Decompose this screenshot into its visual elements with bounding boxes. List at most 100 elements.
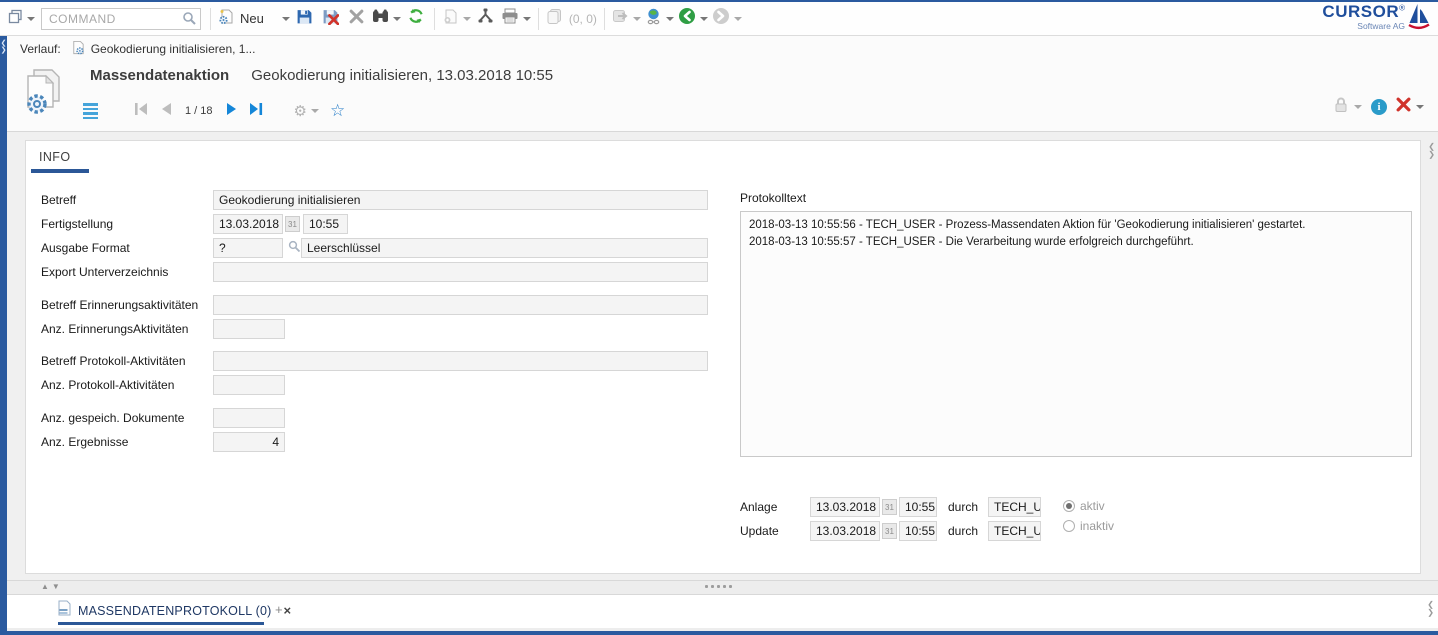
chevron-down-icon bbox=[734, 17, 742, 21]
update-time-value: 10:55 bbox=[905, 524, 935, 538]
fertigstellung-time-value: 10:55 bbox=[309, 217, 339, 231]
anz-ergebnisse-value: 4 bbox=[272, 435, 279, 449]
lock-button[interactable] bbox=[1333, 96, 1362, 118]
print-button[interactable] bbox=[501, 6, 531, 32]
info-icon[interactable]: i bbox=[1371, 99, 1387, 115]
main-toolbar: Neu bbox=[0, 0, 1438, 36]
menu-icon[interactable] bbox=[83, 103, 98, 119]
calendar-icon: 31 bbox=[288, 220, 297, 229]
data-merge-button[interactable] bbox=[475, 6, 497, 32]
anz-dokumente-input[interactable] bbox=[213, 408, 285, 428]
ausgabe-format-text-input[interactable]: Leerschlüssel bbox=[301, 238, 708, 258]
anz-protokoll-input[interactable] bbox=[213, 375, 285, 395]
expand-right-icon[interactable]: ❯ bbox=[1, 47, 7, 54]
update-date-input[interactable]: 13.03.2018 bbox=[810, 521, 880, 541]
save-icon bbox=[296, 8, 313, 30]
export-button[interactable] bbox=[612, 6, 641, 32]
sailboat-icon bbox=[1408, 3, 1430, 36]
calendar-button[interactable]: 31 bbox=[882, 499, 897, 515]
lookup-search-icon[interactable] bbox=[288, 240, 301, 258]
betreff-input[interactable]: Geokodierung initialisieren bbox=[213, 190, 708, 210]
web-link-button[interactable] bbox=[645, 6, 674, 32]
ausgabe-format-key-input[interactable]: ? bbox=[213, 238, 283, 258]
tab-massendatenprotokoll[interactable]: MASSENDATENPROTOKOLL (0) × bbox=[57, 600, 291, 621]
expand-right-icon[interactable]: ❯ bbox=[1427, 609, 1434, 617]
previous-record-button[interactable] bbox=[160, 102, 172, 121]
splitter-grip-icon[interactable] bbox=[705, 585, 732, 588]
window-selector-button[interactable] bbox=[8, 6, 35, 32]
next-record-button[interactable] bbox=[226, 102, 238, 121]
advanced-search-button[interactable] bbox=[372, 6, 401, 32]
fertigstellung-time-input[interactable]: 10:55 bbox=[303, 214, 348, 234]
betreff-protokoll-input[interactable] bbox=[213, 351, 708, 371]
export-unterverzeichnis-input[interactable] bbox=[213, 262, 708, 282]
toolbar-separator bbox=[434, 8, 435, 30]
radio-unselected-icon bbox=[1063, 520, 1075, 532]
close-record-button[interactable] bbox=[1396, 97, 1424, 117]
forward-arrow-icon bbox=[712, 7, 730, 30]
ausgabe-format-key-value: ? bbox=[219, 241, 226, 255]
field-label-anz-erinnerung: Anz. ErinnerungsAktivitäten bbox=[41, 322, 188, 336]
collapse-left-icon[interactable]: ❮ bbox=[1, 40, 7, 47]
calendar-button[interactable]: 31 bbox=[882, 523, 897, 539]
anz-ergebnisse-input[interactable]: 4 bbox=[213, 432, 285, 452]
navigate-forward-button[interactable] bbox=[712, 6, 742, 32]
chevron-down-icon bbox=[463, 17, 471, 21]
history-label: Verlauf: bbox=[20, 42, 61, 56]
command-input[interactable] bbox=[41, 8, 201, 30]
radio-selected-icon bbox=[1063, 500, 1075, 512]
actions-gear-button[interactable]: ⚙ bbox=[294, 104, 319, 119]
bottom-collapse-rail[interactable]: ❮ ❯ bbox=[1427, 601, 1434, 617]
tab-close-icon[interactable]: × bbox=[284, 603, 292, 618]
clipboard-stack-icon bbox=[546, 8, 563, 29]
copy-record-button[interactable] bbox=[442, 6, 471, 32]
protokolltext-area[interactable]: 2018-03-13 10:55:56 - TECH_USER - Prozes… bbox=[740, 211, 1412, 457]
chevron-down-icon bbox=[282, 17, 290, 21]
field-label-ausgabe-format: Ausgabe Format bbox=[41, 241, 130, 255]
radio-aktiv[interactable]: aktiv bbox=[1063, 499, 1105, 513]
anlage-label: Anlage bbox=[740, 500, 777, 514]
calendar-button[interactable]: 31 bbox=[285, 216, 300, 232]
refresh-button[interactable] bbox=[405, 6, 427, 32]
ausgabe-format-text-value: Leerschlüssel bbox=[307, 241, 380, 255]
history-tab[interactable]: Geokodierung initialisieren, 1... bbox=[70, 40, 256, 59]
expand-right-icon[interactable]: ❯ bbox=[1428, 151, 1435, 159]
radio-inaktiv[interactable]: inaktiv bbox=[1063, 519, 1114, 533]
new-record-button[interactable]: Neu bbox=[218, 6, 290, 32]
left-collapse-rail[interactable]: ❮ ❯ bbox=[0, 36, 7, 631]
anlage-date-input[interactable]: 13.03.2018 bbox=[810, 497, 880, 517]
favorite-star-icon[interactable]: ☆ bbox=[330, 103, 345, 119]
update-user-value: TECH_U bbox=[994, 524, 1041, 538]
update-time-input[interactable]: 10:55 bbox=[899, 521, 937, 541]
lock-icon bbox=[1333, 96, 1349, 118]
anlage-durch-label: durch bbox=[948, 500, 978, 514]
printer-icon bbox=[501, 8, 519, 29]
document-plus-icon bbox=[442, 8, 459, 30]
logo-name: CURSOR bbox=[1322, 2, 1399, 21]
betreff-erinnerung-input[interactable] bbox=[213, 295, 708, 315]
panel-splitter[interactable]: ▲▼ bbox=[7, 580, 1438, 595]
betreff-value: Geokodierung initialisieren bbox=[219, 193, 360, 207]
tab-info[interactable]: INFO bbox=[39, 150, 70, 164]
add-tab-button[interactable]: + bbox=[275, 602, 283, 617]
save-button[interactable] bbox=[294, 6, 316, 32]
first-record-button[interactable] bbox=[134, 102, 149, 121]
fertigstellung-date-input[interactable]: 13.03.2018 bbox=[213, 214, 283, 234]
anlage-user-input[interactable]: TECH_U bbox=[988, 497, 1041, 517]
update-user-input[interactable]: TECH_U bbox=[988, 521, 1041, 541]
clipboard-count-button[interactable]: (0, 0) bbox=[546, 6, 597, 32]
refresh-icon bbox=[408, 8, 424, 29]
right-collapse-rail[interactable]: ❮ ❯ bbox=[1428, 143, 1435, 159]
entity-name: Massendatenaktion bbox=[90, 67, 229, 84]
anz-erinnerung-input[interactable] bbox=[213, 319, 285, 339]
fertigstellung-date-value: 13.03.2018 bbox=[219, 217, 279, 231]
last-record-button[interactable] bbox=[249, 102, 264, 121]
radio-inaktiv-label: inaktiv bbox=[1080, 519, 1114, 533]
anlage-time-input[interactable]: 10:55 bbox=[899, 497, 937, 517]
delete-button[interactable] bbox=[346, 6, 368, 32]
splitter-arrows-icon[interactable]: ▲▼ bbox=[41, 582, 63, 591]
navigate-back-button[interactable] bbox=[678, 6, 708, 32]
chevron-down-icon bbox=[700, 17, 708, 21]
save-cancel-button[interactable] bbox=[320, 6, 342, 32]
search-icon[interactable] bbox=[182, 11, 197, 31]
